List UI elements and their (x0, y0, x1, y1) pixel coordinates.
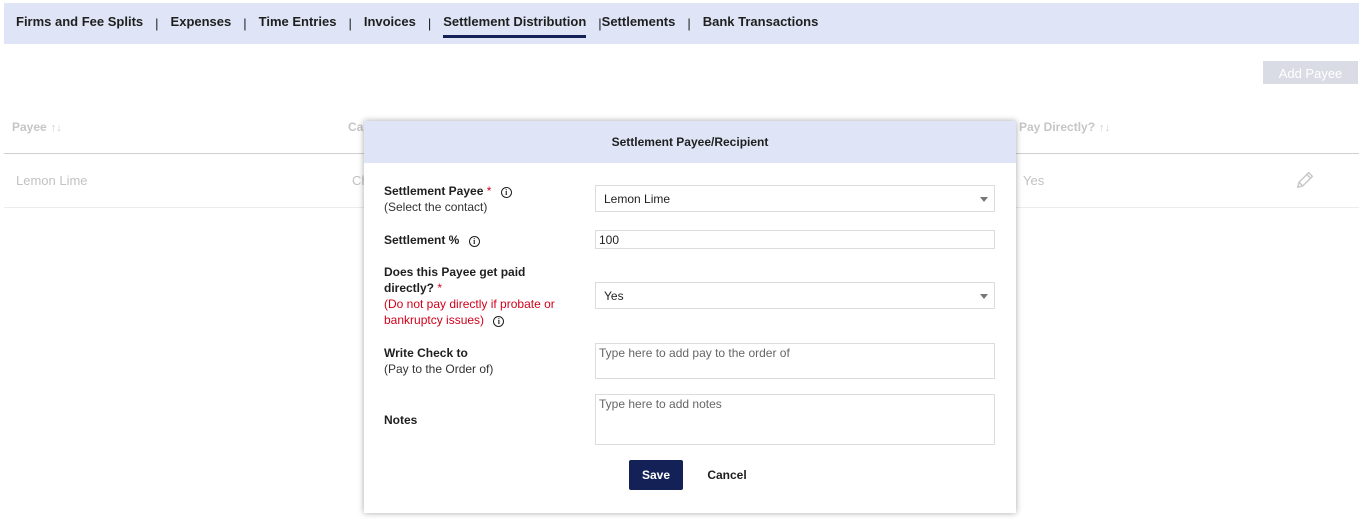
settlement-percent-label: Settlement % i (384, 232, 480, 248)
column-header-payee[interactable]: Payee ↑↓ (12, 120, 62, 134)
sort-icon: ↑↓ (50, 122, 62, 134)
sort-icon: ↑↓ (1099, 122, 1111, 134)
tab-firms-and-fee-splits[interactable]: Firms and Fee Splits (16, 3, 143, 38)
chevron-down-icon (980, 197, 988, 202)
tab-expenses[interactable]: Expenses (171, 3, 232, 38)
chevron-down-icon (980, 294, 988, 299)
column-header-pay-directly[interactable]: Pay Directly? ↑↓ (1019, 120, 1110, 134)
tab-time-entries[interactable]: Time Entries (259, 3, 337, 38)
paid-directly-warning: (Do not pay directly if probate or (384, 297, 555, 311)
settlement-percent-input[interactable] (595, 230, 995, 249)
info-icon[interactable]: i (500, 187, 512, 198)
column-header-ca[interactable]: Ca (348, 120, 363, 134)
tab-settlements[interactable]: Settlements (602, 3, 676, 38)
tab-separator: | (427, 16, 432, 31)
settlement-payee-label: Settlement Payee * i (Select the contact… (384, 183, 512, 215)
write-check-label: Write Check to (Pay to the Order of) (384, 346, 494, 376)
row-payee: Lemon Lime (16, 173, 88, 188)
notes-label: Notes (384, 413, 418, 427)
write-check-textarea[interactable] (595, 343, 995, 379)
tab-bar: Firms and Fee Splits | Expenses | Time E… (4, 3, 1359, 44)
cancel-button[interactable]: Cancel (697, 460, 757, 490)
row-pay-directly: Yes (1023, 173, 1045, 188)
settlement-payee-select[interactable]: Lemon Lime (595, 185, 995, 212)
settlement-payee-modal: Settlement Payee/Recipient Settlement Pa… (364, 121, 1016, 513)
info-icon[interactable]: i (468, 236, 480, 247)
add-payee-button[interactable]: Add Payee (1263, 61, 1358, 84)
tab-separator: | (243, 16, 247, 31)
tab-bank-transactions[interactable]: Bank Transactions (703, 3, 819, 38)
modal-title: Settlement Payee/Recipient (364, 121, 1016, 163)
tab-settlement-distribution[interactable]: Settlement Distribution (443, 3, 587, 38)
tab-separator: | (687, 16, 691, 31)
info-icon[interactable]: i (493, 316, 505, 327)
tab-separator: | (348, 16, 352, 31)
paid-directly-select[interactable]: Yes (595, 282, 995, 309)
save-button[interactable]: Save (629, 460, 683, 490)
notes-textarea[interactable] (595, 394, 995, 445)
tab-invoices[interactable]: Invoices (364, 3, 416, 38)
tab-separator: | (155, 16, 159, 31)
pencil-icon[interactable] (1294, 169, 1316, 191)
paid-directly-label: Does this Payee get paid directly? * (Do… (384, 265, 555, 327)
